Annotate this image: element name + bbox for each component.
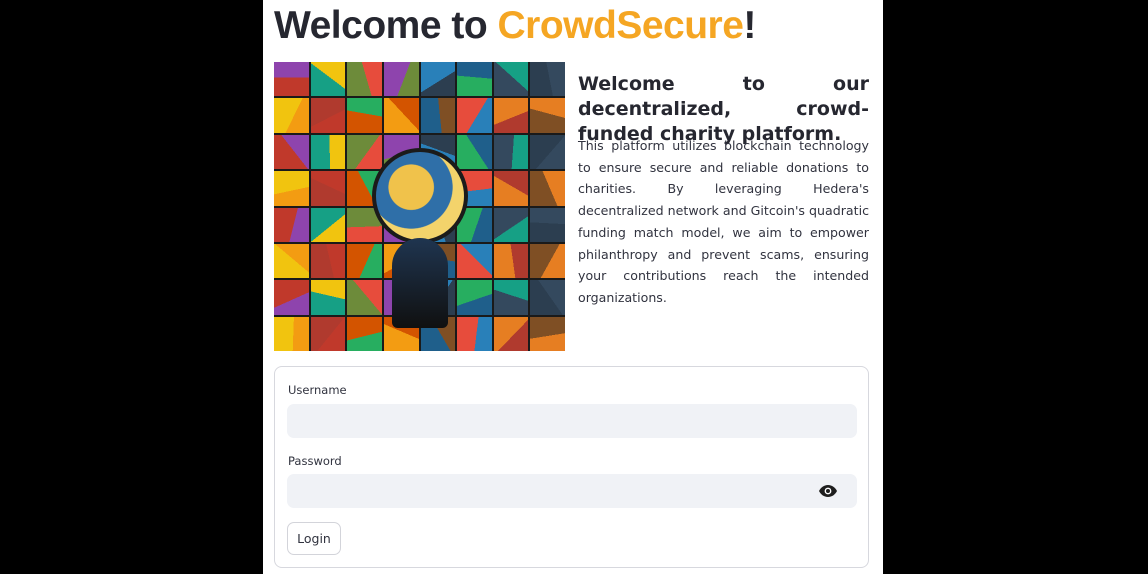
password-input[interactable] [287, 474, 857, 508]
collage-tile [493, 171, 529, 206]
app-page: Welcome to CrowdSecure! Welcome to our d… [263, 0, 883, 574]
collage-tile [530, 316, 565, 351]
collage-tile [420, 98, 456, 133]
collage-tile [530, 62, 565, 97]
charity-collage-image [274, 62, 565, 351]
collage-tile [274, 98, 309, 133]
collage-tile [530, 207, 565, 242]
collage-tile [493, 98, 529, 133]
title-prefix: Welcome to [274, 4, 498, 47]
collage-tile [310, 316, 346, 351]
collage-tile [383, 62, 419, 97]
collage-tile [347, 280, 382, 315]
eye-icon[interactable] [817, 482, 839, 500]
collage-tile [310, 243, 346, 279]
collage-tile [457, 98, 492, 133]
collage-tile [493, 316, 529, 351]
collage-tile [493, 207, 529, 242]
collage-tile [274, 316, 309, 351]
collage-tile [530, 171, 565, 206]
collage-tile [347, 134, 382, 170]
collage-tile [347, 62, 382, 97]
collage-tile [420, 62, 456, 97]
collage-tile [457, 62, 492, 97]
collage-tile [274, 207, 309, 242]
intro-body: This platform utilizes blockchain techno… [578, 138, 869, 305]
collage-tile [493, 62, 529, 97]
collage-tile [457, 243, 492, 279]
username-label: Username [288, 383, 347, 397]
collage-tile [274, 280, 309, 315]
collage-tile [530, 280, 565, 315]
username-input[interactable] [287, 404, 857, 438]
title-suffix: ! [743, 4, 756, 47]
collage-tile [530, 134, 565, 170]
collage-tile [274, 243, 309, 279]
collage-tile [457, 280, 492, 315]
collage-tile [530, 98, 565, 133]
collage-tile [493, 280, 529, 315]
hands-graphic [392, 238, 448, 328]
collage-tile [347, 243, 382, 279]
collage-tile [310, 62, 346, 97]
login-form: Username Password Login [274, 366, 869, 568]
collage-tile [347, 98, 382, 133]
eye-icon-svg [819, 485, 837, 497]
collage-tile [493, 243, 529, 279]
globe-graphic [372, 148, 468, 244]
page-title: Welcome to CrowdSecure! [274, 4, 756, 48]
collage-tile [274, 62, 309, 97]
collage-tile [310, 280, 346, 315]
login-button[interactable]: Login [287, 522, 341, 555]
collage-tile [310, 171, 346, 206]
collage-tile [457, 134, 492, 170]
password-label: Password [288, 454, 342, 468]
title-brand: CrowdSecure [497, 4, 744, 47]
collage-tile [310, 98, 346, 133]
collage-tile [310, 134, 346, 170]
collage-tile [457, 316, 492, 351]
collage-tile [530, 243, 565, 279]
collage-tile [310, 207, 346, 242]
collage-tile [347, 316, 382, 351]
collage-tile [274, 171, 309, 206]
collage-tile [274, 134, 309, 170]
collage-tile [493, 134, 529, 170]
collage-tile [383, 98, 419, 133]
